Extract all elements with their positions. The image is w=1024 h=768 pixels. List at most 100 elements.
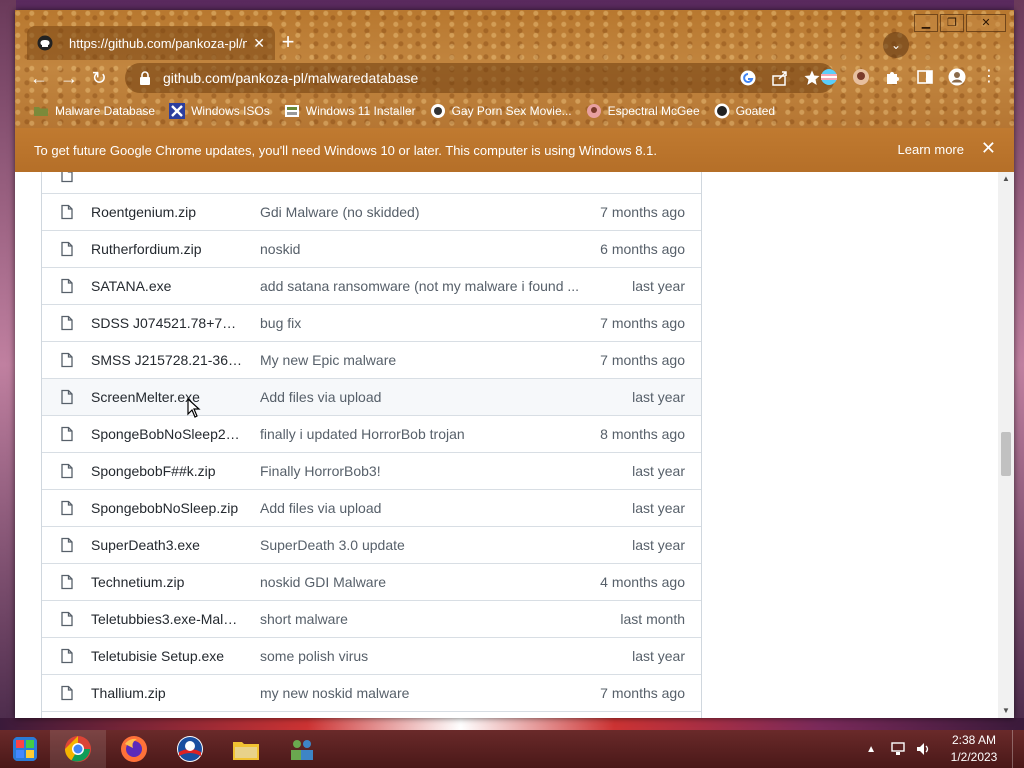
file-row[interactable] bbox=[42, 711, 701, 718]
forward-button[interactable]: → bbox=[54, 63, 84, 93]
file-icon bbox=[61, 611, 73, 627]
file-name-link[interactable]: Rutherfordium.zip bbox=[91, 241, 243, 257]
commit-message-link[interactable]: SuperDeath 3.0 update bbox=[260, 537, 580, 553]
file-icon bbox=[61, 241, 73, 257]
commit-date: last year bbox=[632, 463, 685, 479]
volume-icon[interactable] bbox=[916, 742, 932, 756]
puzzle-piece-icon[interactable] bbox=[884, 68, 902, 86]
file-name-link[interactable]: SATANA.exe bbox=[91, 278, 243, 294]
bookmark-windows-11-installer[interactable]: Windows 11 Installer bbox=[284, 103, 416, 119]
scroll-thumb[interactable] bbox=[1001, 432, 1011, 476]
bookmark-malware-database[interactable]: Malware Database bbox=[33, 103, 155, 119]
avatar-icon bbox=[586, 104, 601, 118]
commit-message-link[interactable]: finally i updated HorrorBob trojan bbox=[260, 426, 580, 442]
file-name-link[interactable]: SpongebobNoSleep.zip bbox=[91, 500, 243, 516]
file-name-link[interactable]: Teletubbies3.exe-Malwa... bbox=[91, 611, 243, 627]
side-panel-icon[interactable] bbox=[916, 68, 934, 86]
back-button[interactable]: ← bbox=[24, 63, 54, 93]
browser-toolbar: ← → ↻ github.com/pankoza-pl/malwaredatab… bbox=[15, 62, 1014, 94]
commit-message-link[interactable]: bug fix bbox=[260, 315, 580, 331]
start-button[interactable] bbox=[0, 730, 50, 768]
profile-avatar-icon[interactable] bbox=[852, 68, 870, 86]
learn-more-link[interactable]: Learn more bbox=[898, 142, 964, 157]
browser-frame: https://github.com/pankoza-pl/m ✕ + ⌄ ▁ … bbox=[15, 10, 1014, 128]
scroll-up-arrow-icon[interactable]: ▲ bbox=[998, 172, 1014, 186]
file-row[interactable]: SpongebobF##k.zip Finally HorrorBob3! last… bbox=[42, 452, 701, 489]
file-name-link[interactable]: ScreenMelter.exe bbox=[91, 389, 243, 405]
commit-message-link[interactable]: add satana ransomware (not my malware i … bbox=[260, 278, 580, 294]
file-name-link[interactable]: SDSS J074521.78+7343... bbox=[91, 315, 243, 331]
file-row[interactable]: Rutherfordium.zip noskid 6 months ago bbox=[42, 230, 701, 267]
commit-message-link[interactable]: noskid GDI Malware bbox=[260, 574, 580, 590]
commit-date: 8 months ago bbox=[600, 426, 685, 442]
file-name-link[interactable]: SuperDeath3.exe bbox=[91, 537, 243, 553]
file-name-link[interactable]: SMSS J215728.21-36021... bbox=[91, 352, 243, 368]
commit-message-link[interactable]: Gdi Malware (no skidded) bbox=[260, 204, 580, 220]
google-lens-icon[interactable] bbox=[739, 69, 757, 87]
file-row[interactable]: SDSS J074521.78+7343... bug fix 7 months a… bbox=[42, 304, 701, 341]
file-name-link[interactable]: Technetium.zip bbox=[91, 574, 243, 590]
file-name-link[interactable]: Teletubisie Setup.exe bbox=[91, 648, 243, 664]
file-row[interactable]: SATANA.exe add satana ransomware (not my … bbox=[42, 267, 701, 304]
bookmark-star-icon[interactable] bbox=[803, 69, 821, 87]
file-row[interactable]: SpongebobNoSleep.zip Add files via upload… bbox=[42, 489, 701, 526]
commit-message-link[interactable]: Finally HorrorBob3! bbox=[260, 463, 580, 479]
file-name-link[interactable]: SpongeBobNoSleep2 (... bbox=[91, 426, 243, 442]
network-icon[interactable] bbox=[890, 742, 906, 756]
firefox-icon bbox=[121, 736, 147, 762]
file-name-link[interactable]: Thallium.zip bbox=[91, 685, 243, 701]
bookmark-site[interactable]: Gay Porn Sex Movie... bbox=[430, 103, 572, 119]
new-tab-button[interactable]: + bbox=[277, 31, 299, 54]
file-icon bbox=[61, 204, 73, 220]
reload-button[interactable]: ↻ bbox=[84, 63, 114, 93]
show-desktop-button[interactable] bbox=[1012, 730, 1024, 768]
trans-flag-icon[interactable] bbox=[820, 68, 838, 86]
file-row[interactable]: Thallium.zip my new noskid malware 7 month… bbox=[42, 674, 701, 711]
file-explorer-icon bbox=[233, 742, 259, 760]
taskbar-file-explorer[interactable] bbox=[218, 730, 274, 768]
commit-message-link[interactable]: noskid bbox=[260, 241, 580, 257]
bookmark-label: Malware Database bbox=[55, 104, 156, 118]
file-row[interactable]: SuperDeath3.exe SuperDeath 3.0 update last… bbox=[42, 526, 701, 563]
commit-message-link[interactable]: Add files via upload bbox=[260, 389, 580, 405]
commit-message-link[interactable]: some polish virus bbox=[260, 648, 580, 664]
bookmark-espectral-mcgee[interactable]: Espectral McGee bbox=[586, 103, 700, 119]
more-menu-icon[interactable]: ⋮ bbox=[980, 68, 998, 86]
file-row[interactable]: ScreenMelter.exe Add files via upload last… bbox=[42, 378, 701, 415]
file-row[interactable] bbox=[42, 172, 701, 193]
taskbar-obama[interactable] bbox=[162, 730, 218, 768]
commit-message-link[interactable]: short malware bbox=[260, 611, 580, 627]
taskbar-firefox[interactable] bbox=[106, 730, 162, 768]
taskbar-network-users[interactable] bbox=[274, 730, 330, 768]
commit-message-link[interactable]: my new noskid malware bbox=[260, 685, 580, 701]
tray-expand-icon[interactable]: ▲ bbox=[866, 744, 876, 755]
file-row[interactable]: Roentgenium.zip Gdi Malware (no skidded) 7… bbox=[42, 193, 701, 230]
address-bar[interactable]: github.com/pankoza-pl/malwaredatabase bbox=[125, 63, 835, 93]
desktop-wallpaper-right bbox=[1014, 0, 1024, 730]
lock-icon bbox=[140, 71, 150, 85]
bookmark-windows-isos[interactable]: Windows ISOs bbox=[169, 103, 270, 119]
file-row[interactable]: SMSS J215728.21-36021... My new Epic malw… bbox=[42, 341, 701, 378]
scroll-down-arrow-icon[interactable]: ▼ bbox=[998, 704, 1014, 718]
tab-search-button[interactable]: ⌄ bbox=[883, 32, 909, 58]
taskbar-chrome[interactable] bbox=[50, 730, 106, 768]
tab-close-icon[interactable]: ✕ bbox=[253, 35, 265, 52]
file-name-link[interactable]: SpongebobF##k.zip bbox=[91, 463, 243, 479]
commit-message-link[interactable]: Add files via upload bbox=[260, 500, 580, 516]
minimize-button[interactable]: ▁ bbox=[914, 14, 938, 32]
user-account-icon[interactable] bbox=[948, 68, 966, 86]
close-window-button[interactable]: ✕ bbox=[966, 14, 1006, 32]
bookmark-goated[interactable]: Goated bbox=[714, 103, 775, 119]
taskbar-clock[interactable]: 2:38 AM 1/2/2023 bbox=[942, 732, 1006, 766]
share-icon[interactable] bbox=[771, 69, 789, 87]
infobar-close-icon[interactable]: ✕ bbox=[981, 138, 996, 159]
tab-github[interactable]: https://github.com/pankoza-pl/m ✕ bbox=[27, 26, 275, 60]
file-row[interactable]: SpongeBobNoSleep2 (... finally i updated … bbox=[42, 415, 701, 452]
maximize-button[interactable]: ❐ bbox=[940, 14, 964, 32]
file-row[interactable]: Teletubisie Setup.exe some polish virus la… bbox=[42, 637, 701, 674]
commit-message-link[interactable]: My new Epic malware bbox=[260, 352, 580, 368]
file-row[interactable]: Technetium.zip noskid GDI Malware 4 months… bbox=[42, 563, 701, 600]
file-name-link[interactable]: Roentgenium.zip bbox=[91, 204, 243, 220]
page-scrollbar[interactable]: ▲ ▼ bbox=[998, 172, 1014, 718]
file-row[interactable]: Teletubbies3.exe-Malwa... short malware la… bbox=[42, 600, 701, 637]
